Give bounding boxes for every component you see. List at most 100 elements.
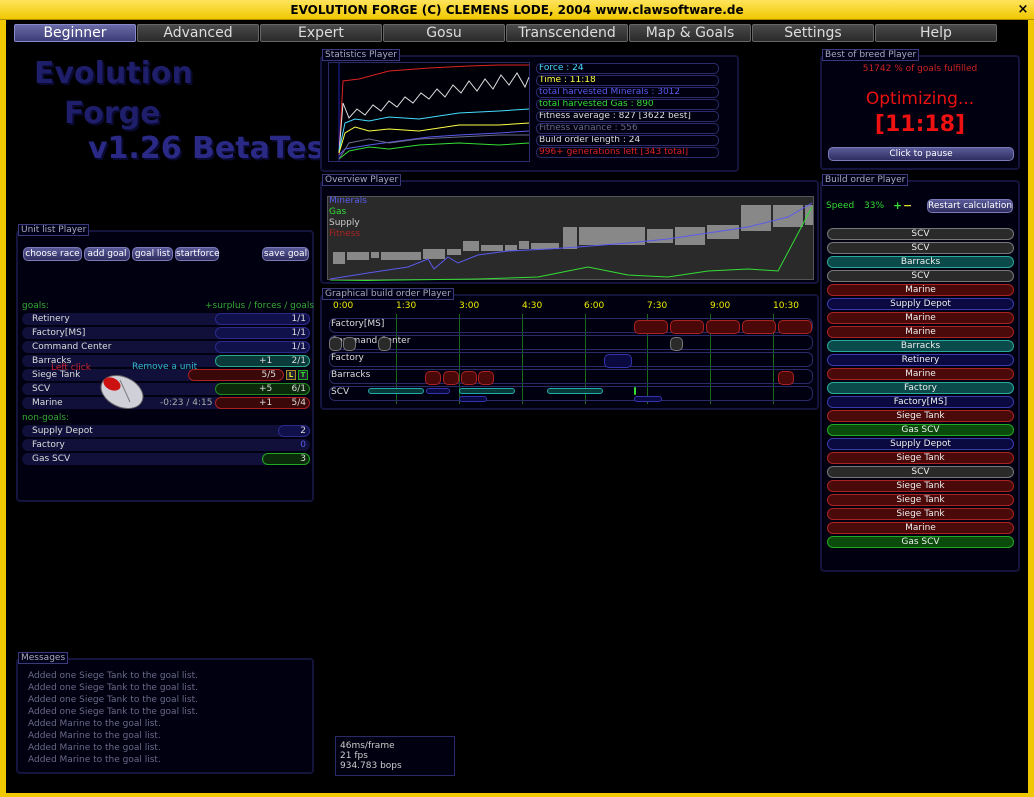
build-order-item[interactable]: SCV (827, 242, 1014, 254)
gb-row-barracks (329, 369, 813, 384)
gb-block-scv[interactable] (459, 396, 487, 402)
speed-increase-icon[interactable]: + (893, 199, 902, 212)
nongoal-row-factory[interactable]: Factory 0 (22, 439, 310, 451)
build-order-item[interactable]: Marine (827, 284, 1014, 296)
build-order-item[interactable]: SCV (827, 270, 1014, 282)
build-order-item[interactable]: Siege Tank (827, 410, 1014, 422)
build-order-item[interactable]: Barracks (827, 340, 1014, 352)
gb-block-factory-ms[interactable] (634, 320, 668, 334)
gb-block-scv[interactable] (368, 388, 424, 394)
window-border-right (1028, 20, 1034, 797)
build-order-item[interactable]: SCV (827, 228, 1014, 240)
goal-value: 1/1 (291, 314, 306, 324)
gb-block-scv[interactable] (547, 388, 603, 394)
nongoal-value: 2 (300, 426, 306, 436)
performance-box: 46ms/frame 21 fps 934.783 bops (335, 736, 455, 776)
goal-value: 5/4 (291, 398, 306, 408)
build-order-item[interactable]: Factory (827, 382, 1014, 394)
perf-bops: 934.783 bops (340, 761, 402, 771)
startforce-button[interactable]: startforce (175, 247, 220, 261)
goal-time: -0:23 / 4:15 (160, 398, 213, 408)
tooltip-left-click: Left click (51, 363, 91, 373)
tab-map-goals[interactable]: Map & Goals (629, 24, 751, 42)
gb-block-barracks[interactable] (461, 371, 477, 385)
goal-row-factory-ms[interactable]: Factory[MS] 1/1 (22, 327, 310, 339)
window-title: EVOLUTION FORGE (C) CLEMENS LODE, 2004 w… (290, 3, 744, 17)
build-order-item[interactable]: Siege Tank (827, 508, 1014, 520)
lock-icon[interactable]: L (286, 370, 296, 380)
stat-fitness-variance: Fitness variance : 556 (536, 123, 719, 134)
statistics-graph-svg (338, 63, 529, 161)
goal-row-scv[interactable]: SCV +5 6/1 (22, 383, 310, 395)
build-order-item[interactable]: SCV (827, 466, 1014, 478)
messages-label: Messages (18, 652, 69, 664)
gb-block-command-center[interactable] (378, 337, 391, 351)
gb-block-scv[interactable] (426, 388, 450, 394)
gb-block-scv[interactable] (459, 388, 515, 394)
gb-block-factory-ms[interactable] (706, 320, 740, 334)
gb-block-scv[interactable] (634, 396, 662, 402)
pause-button[interactable]: Click to pause (828, 147, 1014, 161)
goal-list-button[interactable]: goal list (132, 247, 173, 261)
build-order-item[interactable]: Siege Tank (827, 452, 1014, 464)
gb-block-factory-ms[interactable] (670, 320, 704, 334)
gb-block-factory-ms[interactable] (778, 320, 812, 334)
tab-beginner[interactable]: Beginner (14, 24, 136, 42)
gb-block-barracks[interactable] (443, 371, 459, 385)
stat-gas: total harvested Gas : 890 (536, 99, 719, 110)
goal-value: 6/1 (291, 384, 306, 394)
tech-icon[interactable]: T (298, 370, 308, 380)
stat-minerals: total harvested Minerals : 3012 (536, 87, 719, 98)
goal-value: 1/1 (291, 342, 306, 352)
choose-race-button[interactable]: choose race (23, 247, 82, 261)
tab-help[interactable]: Help (875, 24, 997, 42)
gb-block-factory[interactable] (604, 354, 632, 368)
build-order-item[interactable]: Barracks (827, 256, 1014, 268)
mouse-icon (100, 375, 144, 409)
tab-transcendend[interactable]: Transcendend (506, 24, 628, 42)
message-line: Added one Siege Tank to the goal list. (28, 707, 199, 717)
tab-advanced[interactable]: Advanced (137, 24, 259, 42)
legend-supply: Supply (329, 218, 360, 228)
gb-block-barracks[interactable] (778, 371, 794, 385)
title-bar: EVOLUTION FORGE (C) CLEMENS LODE, 2004 w… (0, 0, 1034, 20)
build-order-item[interactable]: Marine (827, 312, 1014, 324)
speed-decrease-icon[interactable]: − (903, 199, 912, 212)
save-goal-button[interactable]: save goal (262, 247, 309, 261)
build-order-item[interactable]: Marine (827, 368, 1014, 380)
optimizing-status: Optimizing... (865, 89, 975, 109)
overview-legend: Minerals Gas Supply Fitness (329, 196, 367, 240)
build-order-item[interactable]: Supply Depot (827, 298, 1014, 310)
gb-block-command-center[interactable] (670, 337, 683, 351)
goal-value: 2/1 (291, 356, 306, 366)
build-order-item[interactable]: Marine (827, 522, 1014, 534)
gb-block-barracks[interactable] (478, 371, 494, 385)
build-order-label: Build order Player (822, 174, 909, 186)
build-order-item[interactable]: Siege Tank (827, 480, 1014, 492)
statistics-graph (328, 62, 530, 162)
build-order-item[interactable]: Gas SCV (827, 424, 1014, 436)
goal-row-retinery[interactable]: Retinery 1/1 (22, 313, 310, 325)
nongoal-row-gas-scv[interactable]: Gas SCV 3 (22, 453, 310, 465)
build-order-item[interactable]: Marine (827, 326, 1014, 338)
close-icon[interactable]: × (1015, 2, 1031, 17)
build-order-item[interactable]: Gas SCV (827, 536, 1014, 548)
add-goal-button[interactable]: add goal (84, 247, 130, 261)
build-order-item[interactable]: Retinery (827, 354, 1014, 366)
build-order-item[interactable]: Siege Tank (827, 494, 1014, 506)
gb-block-barracks[interactable] (425, 371, 441, 385)
restart-calculation-button[interactable]: Restart calculation (927, 199, 1013, 213)
tab-expert[interactable]: Expert (260, 24, 382, 42)
gb-block-command-center[interactable] (343, 337, 356, 351)
goal-row-command-center[interactable]: Command Center 1/1 (22, 341, 310, 353)
build-order-item[interactable]: Supply Depot (827, 438, 1014, 450)
nongoal-row-supply-depot[interactable]: Supply Depot 2 (22, 425, 310, 437)
build-order-item[interactable]: Factory[MS] (827, 396, 1014, 408)
tab-settings[interactable]: Settings (752, 24, 874, 42)
gb-block-command-center[interactable] (329, 337, 342, 351)
window-border-left (0, 20, 6, 797)
tab-gosu[interactable]: Gosu (383, 24, 505, 42)
goal-row-marine[interactable]: Marine -0:23 / 4:15 +1 5/4 (22, 397, 310, 409)
gb-block-factory-ms[interactable] (742, 320, 776, 334)
main-tabs: Beginner Advanced Expert Gosu Transcende… (14, 24, 1024, 43)
